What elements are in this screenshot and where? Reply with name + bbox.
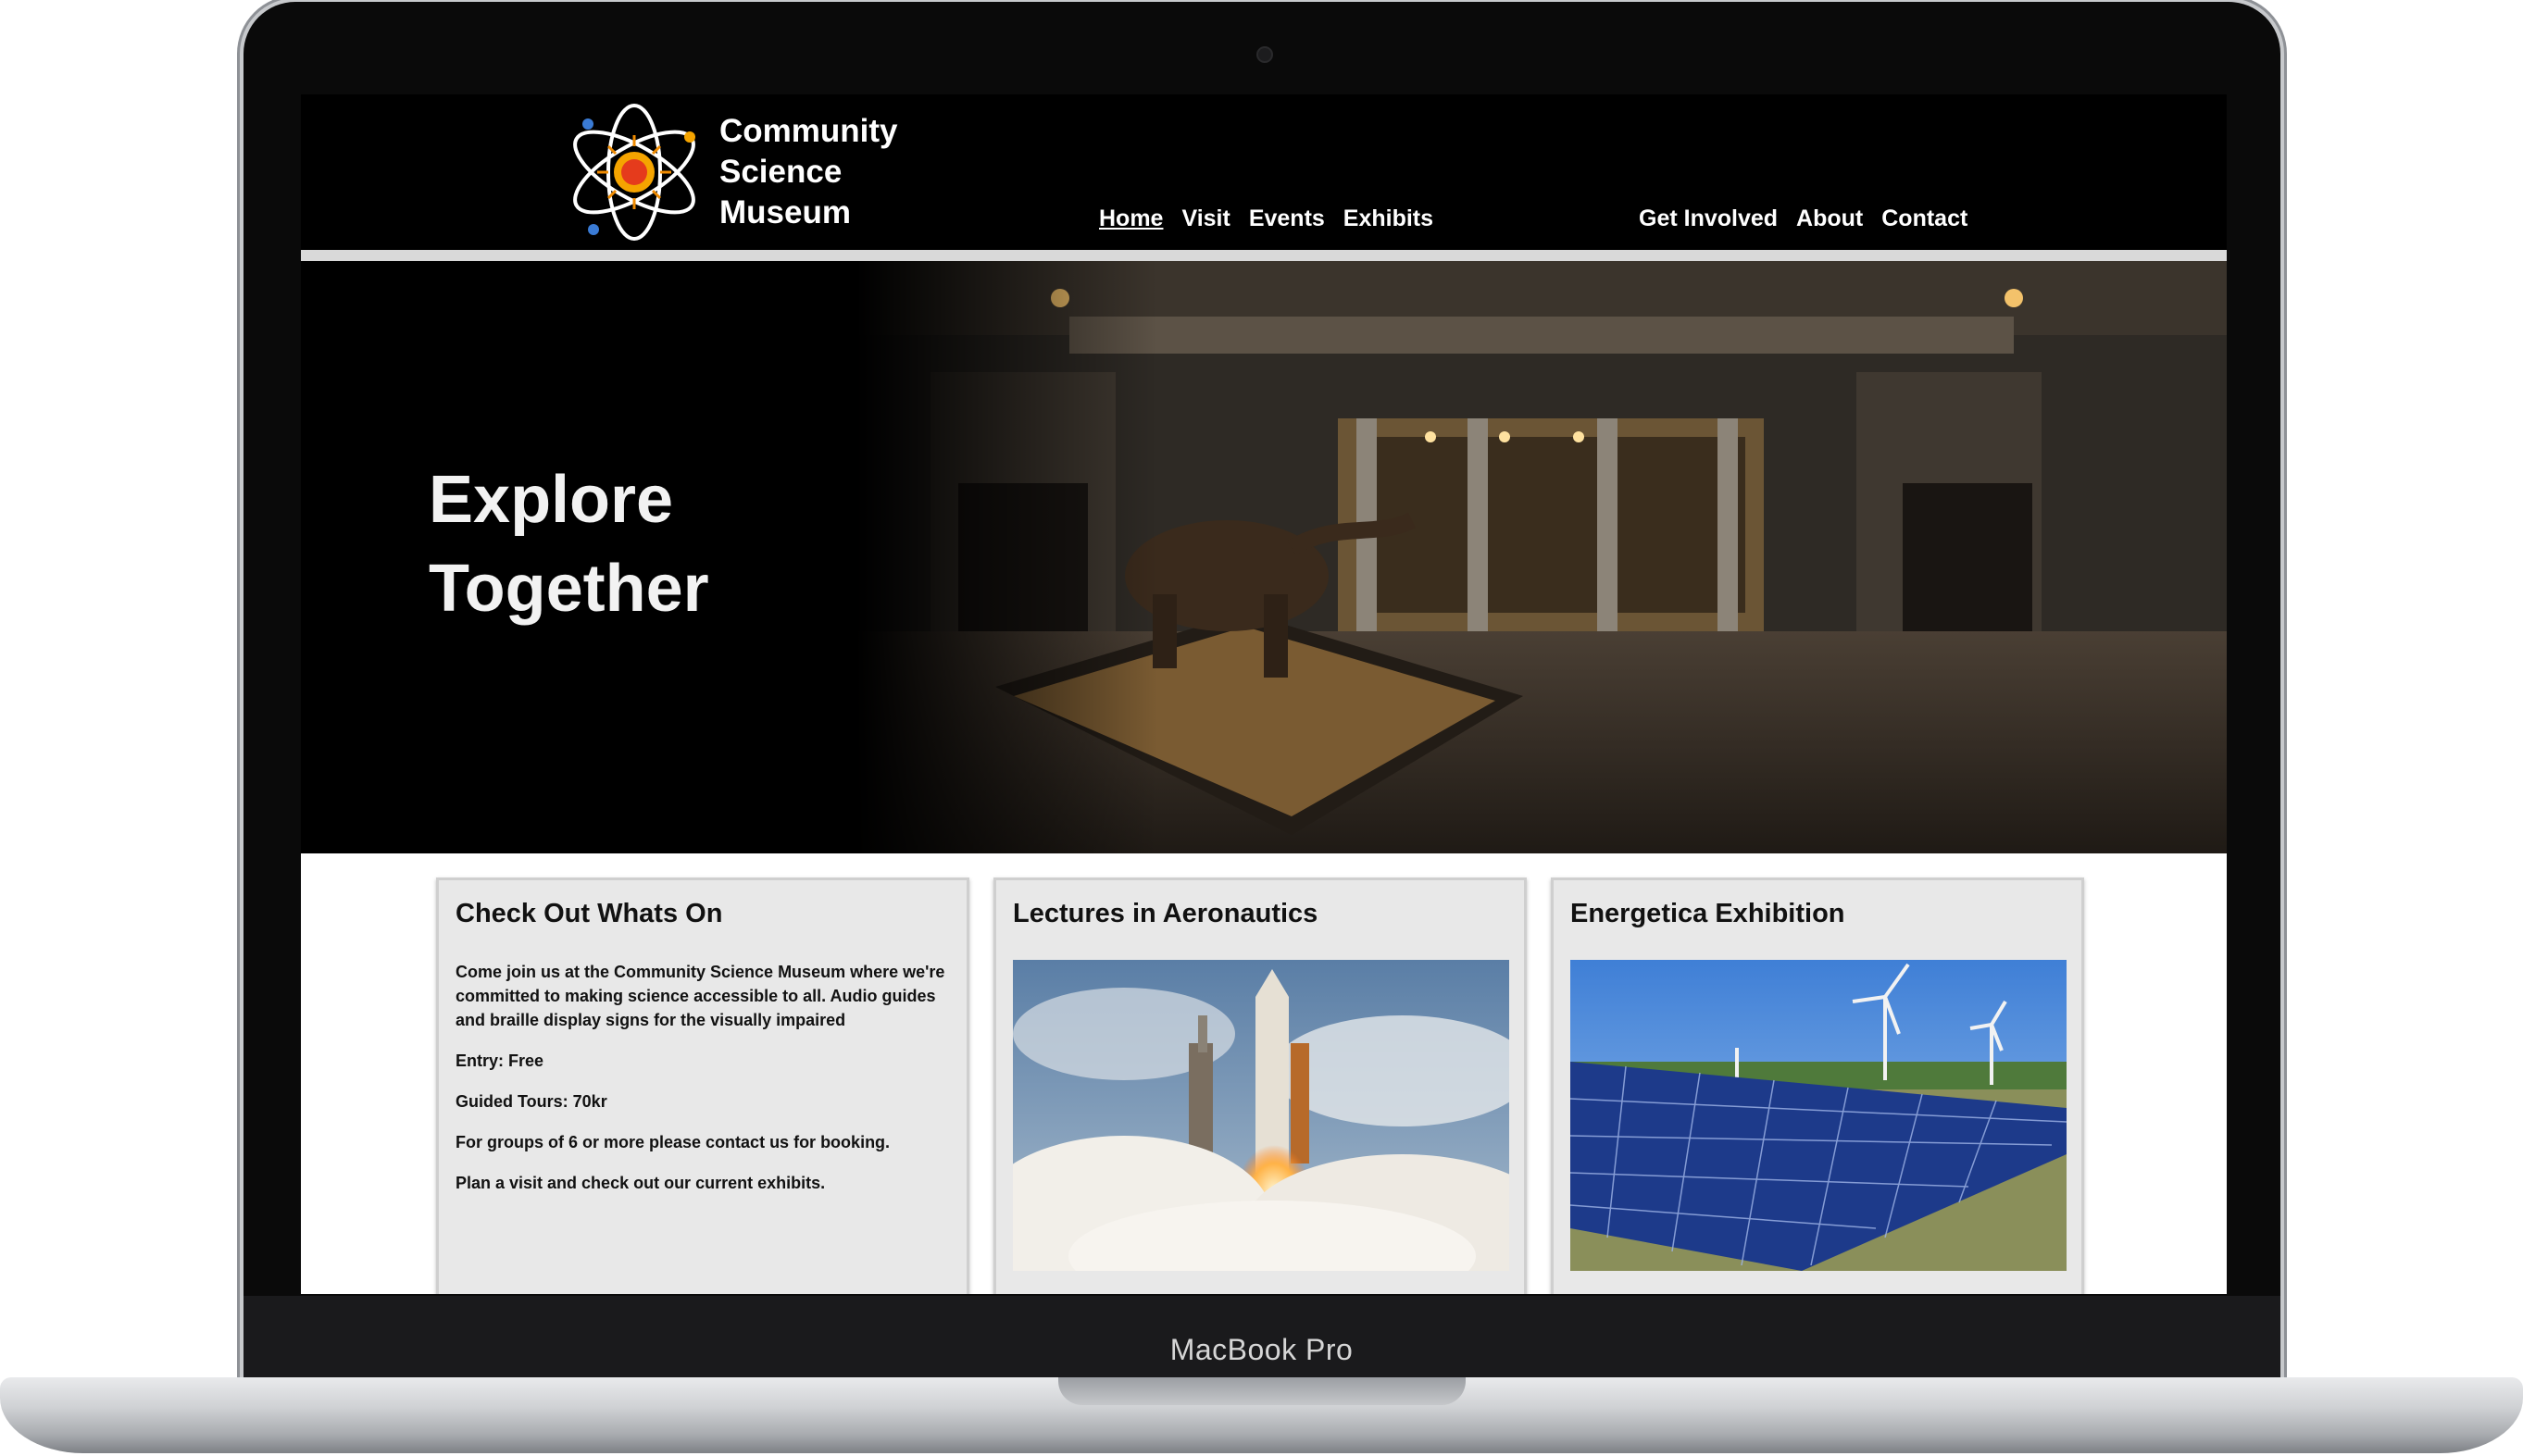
hero-banner: Explore Together <box>301 261 2227 853</box>
card-paragraph: Guided Tours: 70kr <box>456 1092 607 1111</box>
site-name-line: Science <box>719 154 843 190</box>
card-title: Energetica Exhibition <box>1570 899 1845 928</box>
card-energetica[interactable]: Energetica Exhibition <box>1551 877 2084 1294</box>
rocket-launch-photo <box>1013 960 1509 1271</box>
hero-title-line: Together <box>429 552 709 626</box>
card-paragraph: Come join us at the Community Science Mu… <box>456 963 945 1029</box>
secondary-nav: Get Involved About Contact <box>1639 205 1967 232</box>
camera-icon <box>1256 46 1273 63</box>
nav-about[interactable]: About <box>1796 205 1863 232</box>
card-body: Come join us at the Community Science Mu… <box>456 960 948 1195</box>
nav-contact[interactable]: Contact <box>1881 205 1967 232</box>
laptop-notch <box>1058 1377 1466 1405</box>
card-paragraph: Plan a visit and check out our current e… <box>456 1174 826 1192</box>
browser-screen: Community Science Museum Home Visit Even… <box>301 94 2227 1294</box>
card-title: Check Out Whats On <box>456 899 723 928</box>
card-title: Lectures in Aeronautics <box>1013 899 1318 928</box>
site-name-line: Community <box>719 113 898 149</box>
nav-home[interactable]: Home <box>1099 205 1163 232</box>
feature-cards: Check Out Whats On Come join us at the C… <box>301 853 2227 1294</box>
nav-get-involved[interactable]: Get Involved <box>1639 205 1778 232</box>
card-paragraph: Entry: Free <box>456 1052 544 1070</box>
device-brand-label: MacBook Pro <box>1169 1333 1354 1366</box>
site-name-line: Museum <box>719 194 851 230</box>
atom-logo-icon[interactable] <box>560 98 708 246</box>
card-aeronautics[interactable]: Lectures in Aeronautics <box>993 877 1527 1294</box>
nav-events[interactable]: Events <box>1249 205 1325 232</box>
hero-title-line: Explore <box>429 463 674 537</box>
main-nav: Home Visit Events Exhibits <box>1099 205 1433 232</box>
site-name[interactable]: Community Science Museum <box>719 111 898 233</box>
card-paragraph: For groups of 6 or more please contact u… <box>456 1133 891 1151</box>
site-header: Community Science Museum Home Visit Even… <box>301 94 2227 261</box>
nav-visit[interactable]: Visit <box>1181 205 1230 232</box>
museum-hall-photo <box>856 261 2227 853</box>
card-whats-on[interactable]: Check Out Whats On Come join us at the C… <box>436 877 969 1294</box>
hero-title: Explore Together <box>429 455 709 633</box>
nav-exhibits[interactable]: Exhibits <box>1343 205 1433 232</box>
solar-panels-photo <box>1570 960 2067 1271</box>
